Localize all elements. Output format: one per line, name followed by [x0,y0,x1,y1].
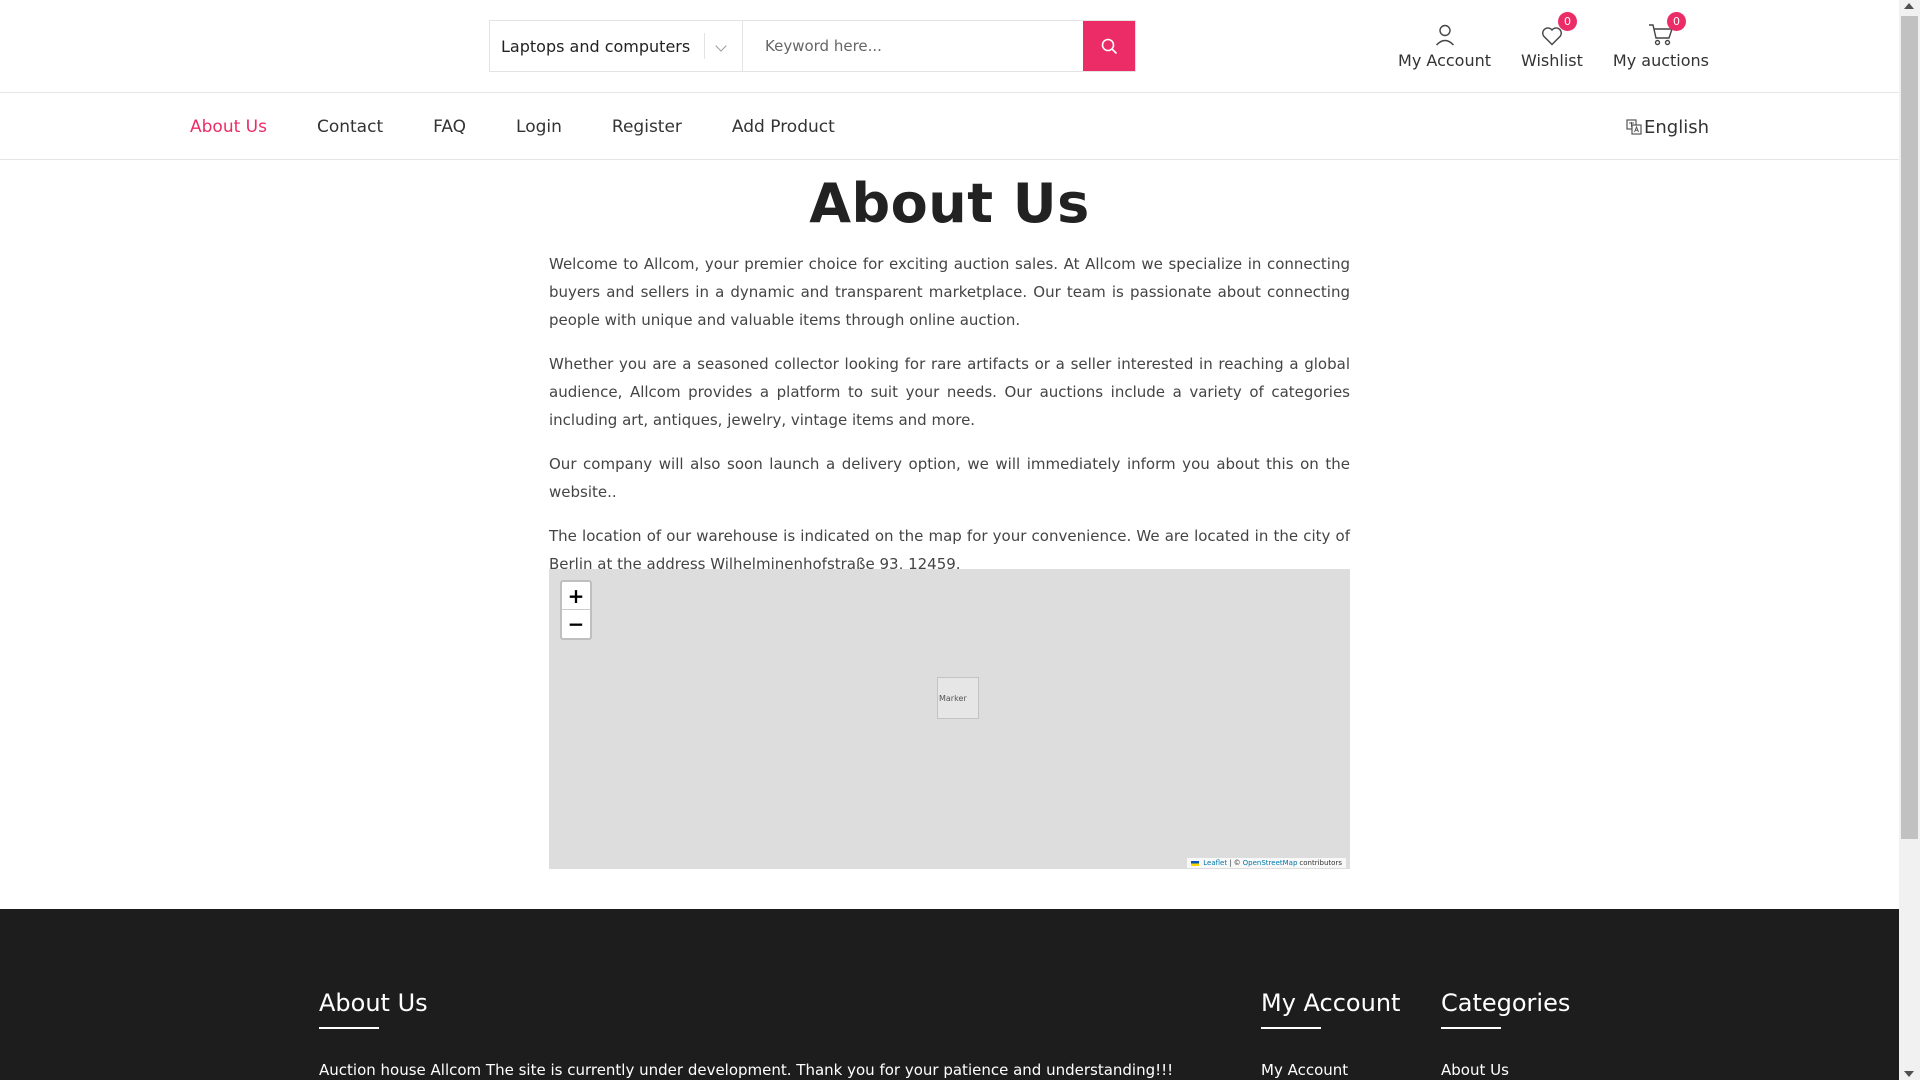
category-select[interactable]: Laptops and computers [490,21,742,71]
auctions-count-badge: 0 [1666,12,1686,31]
language-label: English [1644,116,1709,138]
footer-title-underline [1261,1027,1321,1029]
search-box: Laptops and computers [489,20,1136,72]
my-account-label: My Account [1398,51,1492,70]
nav-item-about-us[interactable]: About Us [190,117,267,137]
footer-title-underline [1441,1027,1501,1029]
footer-about-column: About Us Auction house Allcom The site i… [319,989,1173,1079]
footer-about-title: About Us [319,989,428,1017]
page-title: About Us [809,172,1090,235]
osm-link[interactable]: OpenStreetMap [1243,859,1298,867]
nav-list: About Us Contact FAQ Login Register Add … [190,94,835,160]
user-icon [1435,20,1455,46]
wishlist-label: Wishlist [1521,51,1583,70]
leaflet-link[interactable]: Leaflet [1203,859,1227,867]
map-attribution: Leaflet | © OpenStreetMap contributors [1187,858,1346,868]
top-header: Laptops and computers Keyword here... My… [0,0,1899,93]
footer-account-title: My Account [1261,989,1401,1017]
about-content: About Us Welcome to Allcom, your premier… [549,160,1350,578]
ukraine-flag-icon [1191,860,1200,866]
footer: About Us Auction house Allcom The site i… [0,909,1899,1080]
page: Laptops and computers Keyword here... My… [0,0,1899,1080]
footer-link-about-us[interactable]: About Us [1441,1061,1570,1079]
page-scrollbar[interactable] [1899,0,1920,1080]
map-marker[interactable]: Marker [937,677,979,719]
chevron-down-icon [715,40,727,52]
nav-item-add-product[interactable]: Add Product [732,117,835,137]
main-nav: About Us Contact FAQ Login Register Add … [0,94,1899,160]
attribution-separator: | © [1229,859,1241,867]
category-select-value: Laptops and computers [501,36,691,56]
zoom-out-button[interactable]: − [562,610,590,638]
footer-categories-column: Categories About Us [1441,989,1570,1079]
wishlist-count-badge: 0 [1557,12,1577,31]
footer-categories-title: Categories [1441,989,1571,1017]
about-paragraph: Whether you are a seasoned collector loo… [549,355,1350,430]
nav-item-contact[interactable]: Contact [317,117,383,137]
language-selector[interactable]: English [1626,94,1709,160]
map-zoom-control: + − [560,580,592,640]
wishlist-link[interactable]: 0 Wishlist [1521,12,1583,70]
footer-title-underline [319,1027,379,1029]
my-account-link[interactable]: My Account [1398,20,1491,70]
category-divider [704,33,705,59]
nav-item-register[interactable]: Register [612,117,682,137]
search-button[interactable] [1083,21,1135,71]
attribution-suffix: contributors [1299,859,1342,867]
nav-item-login[interactable]: Login [516,117,562,137]
search-input[interactable] [742,21,1083,71]
footer-link-my-account[interactable]: My Account [1261,1061,1400,1079]
header-actions: My Account 0 Wishlist 0 My auctions [1398,12,1709,70]
map-marker-alt: Marker [939,694,967,703]
about-paragraph: Welcome to Allcom, your premier choice f… [549,255,1350,330]
my-auctions-link[interactable]: 0 My auctions [1612,12,1709,70]
scrollbar-thumb[interactable] [1901,16,1918,839]
about-paragraph: Our company will also soon launch a deli… [549,455,1350,502]
search-icon [1101,38,1117,54]
my-auctions-label: My auctions [1612,51,1709,70]
scroll-up-arrow-icon[interactable] [1904,3,1914,9]
nav-item-faq[interactable]: FAQ [433,117,466,137]
scroll-down-arrow-icon[interactable] [1904,1071,1914,1077]
location-map[interactable]: + − Marker Leaflet | © OpenStreetMap con… [549,569,1350,869]
footer-account-column: My Account My Account [1261,989,1400,1079]
footer-about-text: Auction house Allcom The site is current… [319,1061,1174,1079]
translate-icon [1626,119,1642,135]
zoom-in-button[interactable]: + [562,582,590,610]
